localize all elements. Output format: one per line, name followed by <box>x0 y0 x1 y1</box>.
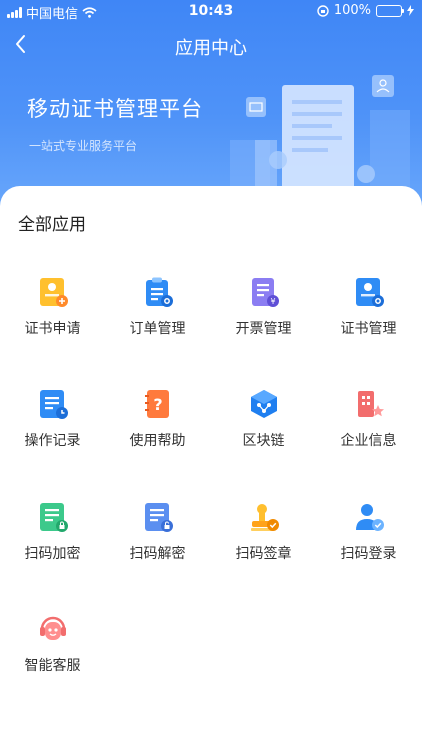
blockchain-icon <box>251 390 277 418</box>
app-label: 扫码加密 <box>24 546 81 562</box>
app-certificate-apply[interactable]: 证书申请 <box>0 264 105 354</box>
invoice-management-icon: ¥ <box>252 278 279 307</box>
charging-bolt-icon <box>407 5 414 16</box>
app-customer-service[interactable]: 智能客服 <box>0 601 105 691</box>
app-label: 使用帮助 <box>129 433 186 449</box>
app-invoice-management[interactable]: ¥ 开票管理 <box>211 264 316 354</box>
app-label: 扫码签章 <box>235 546 292 562</box>
banner-headline: 移动证书管理平台 <box>27 97 203 121</box>
app-company-info[interactable]: 企业信息 <box>316 376 421 466</box>
app-order-management[interactable]: 订单管理 <box>105 264 210 354</box>
app-label: 扫码登录 <box>340 546 397 562</box>
app-blockchain[interactable]: 区块链 <box>211 376 316 466</box>
navigation-bar: 应用中心 <box>0 22 422 68</box>
order-management-icon <box>146 277 173 307</box>
section-title: 全部应用 <box>18 215 86 235</box>
app-label: 订单管理 <box>129 321 186 337</box>
app-scan-encrypt[interactable]: 扫码加密 <box>0 489 105 579</box>
banner: 应用中心 移动证书管理平台 一站式专业服务平台 <box>0 0 422 215</box>
app-help[interactable]: ? 使用帮助 <box>105 376 210 466</box>
operation-record-icon <box>40 390 68 419</box>
app-scan-seal[interactable]: 扫码签章 <box>211 489 316 579</box>
certificate-apply-icon <box>40 278 68 307</box>
scan-login-icon <box>356 504 384 531</box>
page-title: 应用中心 <box>175 38 247 59</box>
app-label: 证书申请 <box>24 321 81 337</box>
apps-panel: 全部应用 证书申请 订单管理 ¥ 开票管理 证书管理 操作记录 ? 使用帮助 区… <box>0 186 422 750</box>
app-label: 开票管理 <box>235 321 292 337</box>
battery-icon <box>376 4 404 17</box>
scan-decrypt-icon <box>145 503 173 532</box>
app-scan-login[interactable]: 扫码登录 <box>316 489 421 579</box>
app-label: 区块链 <box>242 433 285 449</box>
app-certificate-management[interactable]: 证书管理 <box>316 264 421 354</box>
app-label: 智能客服 <box>24 658 81 674</box>
app-label: 证书管理 <box>340 321 397 337</box>
rotation-lock-icon <box>317 4 329 17</box>
scan-encrypt-icon <box>40 503 68 532</box>
svg-text:?: ? <box>153 395 162 414</box>
battery-percentage: 100% <box>333 3 371 18</box>
certificate-management-icon <box>356 278 384 307</box>
svg-text:¥: ¥ <box>270 297 275 306</box>
customer-service-icon <box>40 616 66 640</box>
app-label: 扫码解密 <box>129 546 186 562</box>
company-info-icon <box>358 391 384 417</box>
app-scan-decrypt[interactable]: 扫码解密 <box>105 489 210 579</box>
status-bar: 中国电信 10:43 100% <box>0 0 422 22</box>
scan-seal-icon <box>251 504 279 531</box>
app-label: 操作记录 <box>24 433 81 449</box>
help-book-icon: ? <box>145 390 169 418</box>
app-operation-record[interactable]: 操作记录 <box>0 376 105 466</box>
banner-subtitle: 一站式专业服务平台 <box>29 139 138 153</box>
app-label: 企业信息 <box>340 433 397 449</box>
